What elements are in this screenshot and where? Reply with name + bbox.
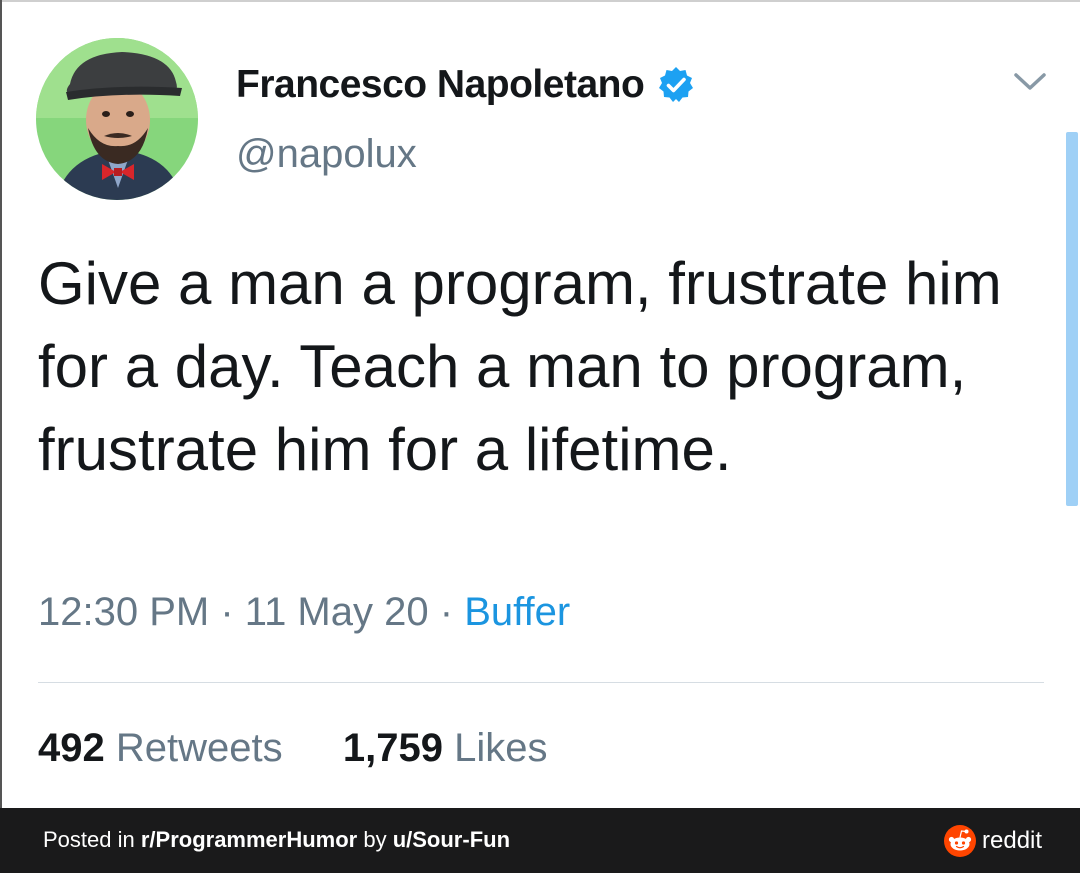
post-attribution: Posted in r/ProgrammerHumor by u/Sour-Fu… [43, 827, 510, 853]
posted-in-prefix: Posted in [43, 827, 141, 852]
likes-stat[interactable]: 1,759 Likes [343, 726, 548, 770]
user-link[interactable]: u/Sour-Fun [393, 827, 510, 852]
author-handle[interactable]: @napolux [236, 132, 417, 177]
by-text: by [357, 827, 393, 852]
reddit-wordmark: reddit [982, 827, 1043, 854]
retweets-count: 492 [38, 726, 105, 770]
reddit-brand[interactable]: reddit [944, 824, 1042, 858]
likes-label: Likes [454, 726, 548, 770]
tweet-stats: 492 Retweets 1,759 Likes [38, 726, 548, 771]
frame-left-border [0, 0, 2, 808]
scrollbar-thumb[interactable] [1066, 132, 1078, 506]
reddit-logo-icon [944, 825, 976, 857]
tweet-text: Give a man a program, frustrate him for … [38, 250, 1002, 483]
verified-badge-icon [656, 65, 696, 105]
tweet-date[interactable]: 11 May 20 [245, 590, 429, 634]
likes-count: 1,759 [342, 726, 443, 770]
tweet-time[interactable]: 12:30 PM [38, 590, 209, 634]
frame-top-border [0, 0, 1080, 2]
avatar-image [36, 38, 198, 200]
author-name-row[interactable]: Francesco Napoletano [236, 60, 696, 110]
reddit-footer-bar: Posted in r/ProgrammerHumor by u/Sour-Fu… [0, 808, 1080, 873]
tweet-meta: 12:30 PM · 11 May 20 · Buffer [38, 590, 570, 635]
retweets-stat[interactable]: 492 Retweets [38, 726, 294, 770]
meta-separator: · [439, 590, 454, 634]
author-display-name[interactable]: Francesco Napoletano [236, 63, 645, 107]
author-avatar[interactable] [36, 38, 198, 200]
retweets-label: Retweets [115, 726, 283, 770]
meta-separator: · [220, 590, 234, 634]
divider [38, 682, 1044, 683]
chevron-down-icon[interactable] [1012, 66, 1048, 96]
tweet-source-link[interactable]: Buffer [464, 590, 570, 634]
subreddit-link[interactable]: r/ProgrammerHumor [141, 827, 357, 852]
